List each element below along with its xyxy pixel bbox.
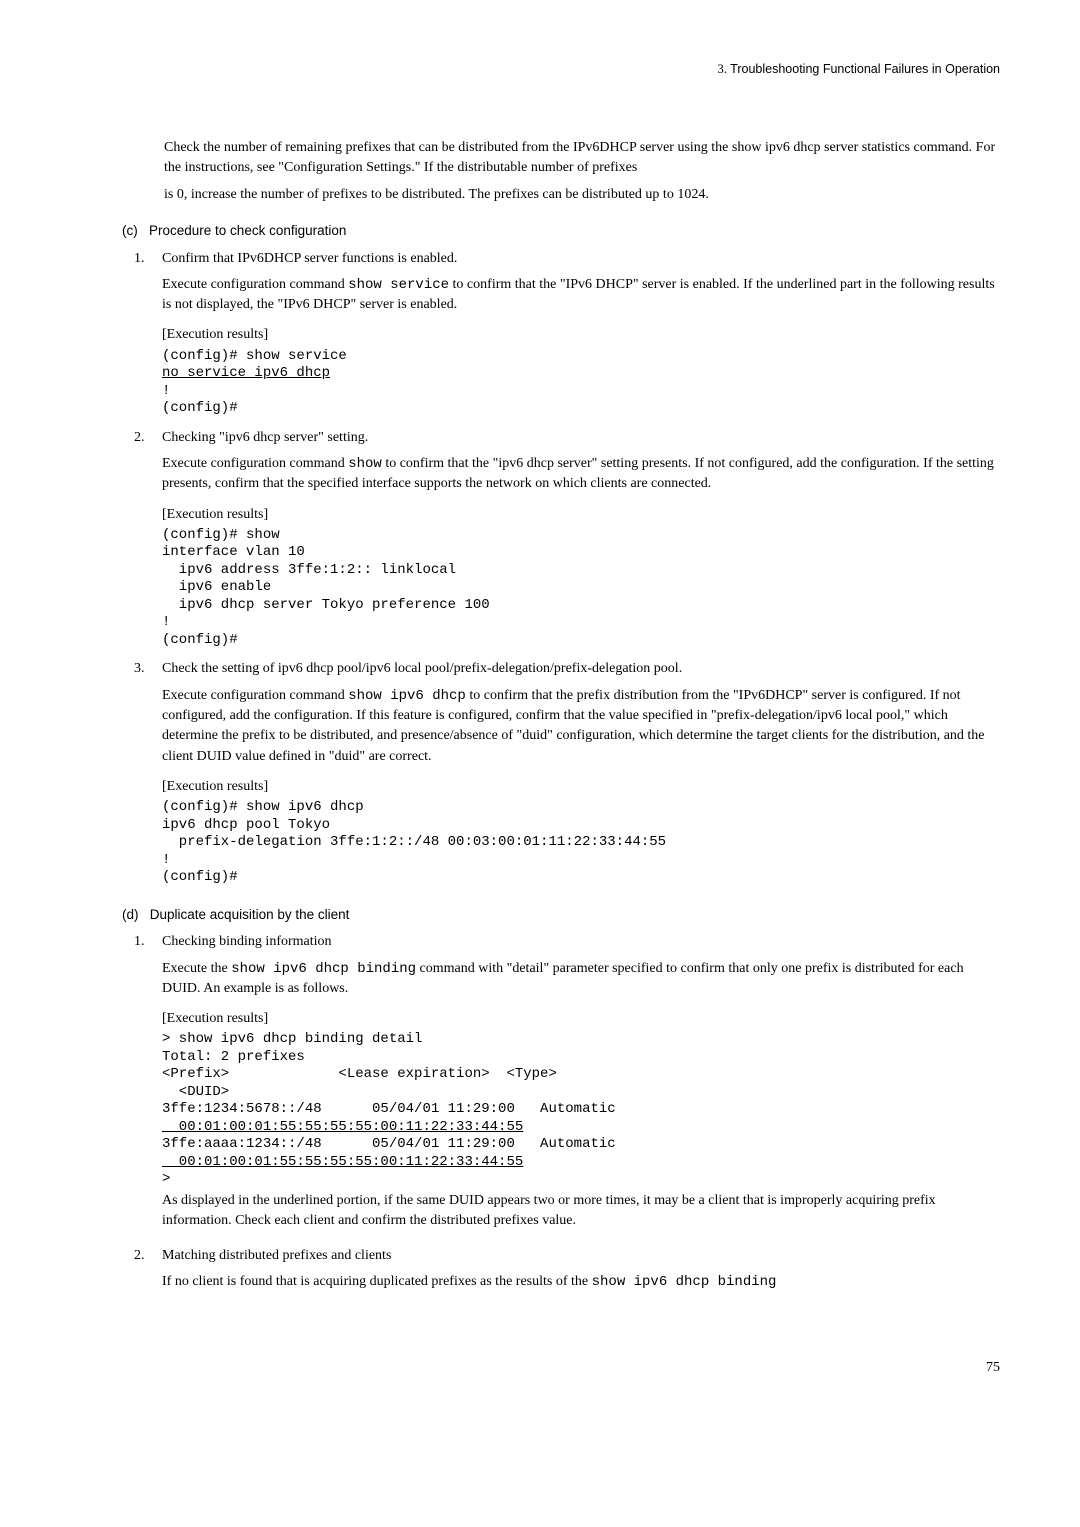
list-num: 1. <box>134 932 162 1237</box>
inline-code: show ipv6 dhcp binding <box>592 1274 777 1290</box>
item2-title: Checking "ipv6 dhcp server" setting. <box>162 428 1000 448</box>
chapter-number: 3. <box>718 62 727 76</box>
list-num: 2. <box>134 428 162 652</box>
code-line: ! <box>162 383 170 399</box>
code-line: 3ffe:1234:5678::/48 05/04/01 11:29:00 Au… <box>162 1101 616 1117</box>
list-item-3: 3. Check the setting of ipv6 dhcp pool/i… <box>134 659 1000 888</box>
inline-code: show ipv6 dhcp binding <box>231 961 416 977</box>
chapter-title: Troubleshooting Functional Failures in O… <box>730 62 1000 76</box>
list-item-d1: 1. Checking binding information Execute … <box>134 932 1000 1237</box>
item1-title: Confirm that IPv6DHCP server functions i… <box>162 249 1000 269</box>
item1-desc: Execute configuration command show servi… <box>162 275 1000 316</box>
exec-label: [Execution results] <box>162 1009 1000 1029</box>
exec-label: [Execution results] <box>162 505 1000 525</box>
code-line: (config)# <box>162 400 238 416</box>
item-d1-title: Checking binding information <box>162 932 1000 952</box>
section-c-title: Procedure to check configuration <box>149 223 346 238</box>
intro-p1: Check the number of remaining prefixes t… <box>164 138 1000 179</box>
code-block: (config)# show interface vlan 10 ipv6 ad… <box>162 527 1000 650</box>
section-c-heading: (c) Procedure to check configuration <box>122 221 1000 241</box>
item-d2-desc: If no client is found that is acquiring … <box>162 1272 1000 1292</box>
code-line: > show ipv6 dhcp binding detail <box>162 1031 422 1047</box>
code-line-underlined: 00:01:00:01:55:55:55:55:00:11:22:33:44:5… <box>162 1119 523 1135</box>
intro-p2: is 0, increase the number of prefixes to… <box>164 185 1000 205</box>
page-number: 75 <box>110 1358 1000 1378</box>
item-d1-desc: Execute the show ipv6 dhcp binding comma… <box>162 959 1000 1000</box>
page-header: 3. Troubleshooting Functional Failures i… <box>110 60 1000 78</box>
code-line-underlined: no service ipv6 dhcp <box>162 365 330 381</box>
list-item-d2: 2. Matching distributed prefixes and cli… <box>134 1246 1000 1299</box>
section-c-label: (c) <box>122 223 138 238</box>
list-num: 1. <box>134 249 162 420</box>
exec-label: [Execution results] <box>162 777 1000 797</box>
code-line: Total: 2 prefixes <box>162 1049 305 1065</box>
exec-label: [Execution results] <box>162 325 1000 345</box>
code-line: > <box>162 1171 170 1187</box>
code-block: > show ipv6 dhcp binding detail Total: 2… <box>162 1031 1000 1189</box>
code-line: (config)# show service <box>162 348 347 364</box>
inline-code: show <box>348 456 382 472</box>
item3-desc: Execute configuration command show ipv6 … <box>162 686 1000 767</box>
text: Execute configuration command <box>162 456 348 471</box>
text: Execute the <box>162 961 231 976</box>
inline-code: show service <box>348 277 449 293</box>
list-num: 2. <box>134 1246 162 1299</box>
item-d2-title: Matching distributed prefixes and client… <box>162 1246 1000 1266</box>
item-d1-tail: As displayed in the underlined portion, … <box>162 1191 1000 1232</box>
code-line-underlined: 00:01:00:01:55:55:55:55:00:11:22:33:44:5… <box>162 1154 523 1170</box>
intro-block: Check the number of remaining prefixes t… <box>164 138 1000 205</box>
code-line: 3ffe:aaaa:1234::/48 05/04/01 11:29:00 Au… <box>162 1136 616 1152</box>
section-d-title: Duplicate acquisition by the client <box>150 907 350 922</box>
code-block: (config)# show service no service ipv6 d… <box>162 348 1000 418</box>
code-block: (config)# show ipv6 dhcp ipv6 dhcp pool … <box>162 799 1000 887</box>
list-num: 3. <box>134 659 162 888</box>
list-item-2: 2. Checking "ipv6 dhcp server" setting. … <box>134 428 1000 652</box>
inline-code: show ipv6 dhcp <box>348 688 466 704</box>
text: If no client is found that is acquiring … <box>162 1274 592 1289</box>
text: Execute configuration command <box>162 688 348 703</box>
item3-title: Check the setting of ipv6 dhcp pool/ipv6… <box>162 659 1000 679</box>
section-d-label: (d) <box>122 907 139 922</box>
section-d-heading: (d) Duplicate acquisition by the client <box>122 905 1000 925</box>
code-line: <Prefix> <Lease expiration> <Type> <box>162 1066 557 1082</box>
code-line: <DUID> <box>162 1084 229 1100</box>
text: Execute configuration command <box>162 277 348 292</box>
list-item-1: 1. Confirm that IPv6DHCP server function… <box>134 249 1000 420</box>
item2-desc: Execute configuration command show to co… <box>162 454 1000 495</box>
